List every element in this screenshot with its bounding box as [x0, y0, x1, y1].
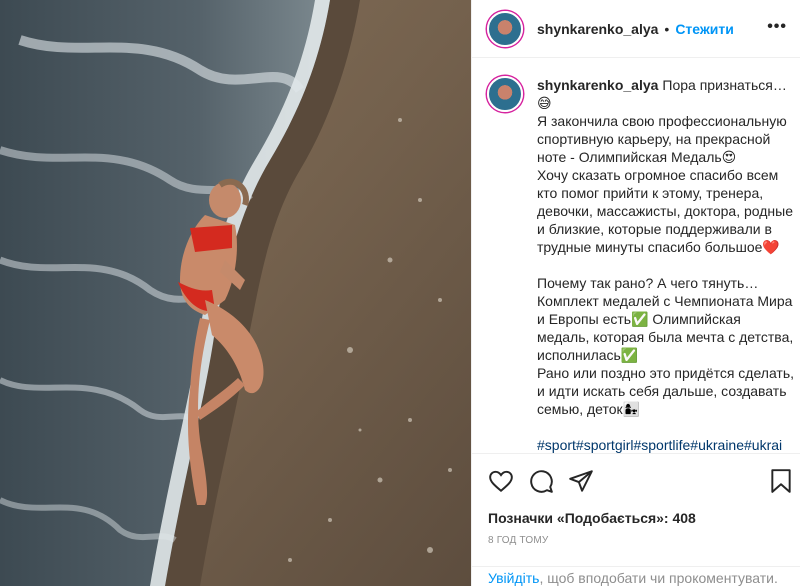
caption-row: shynkarenko_alya Пора признаться…😅 Я зако… [487, 76, 797, 453]
caption-text-block: shynkarenko_alya Пора признаться…😅 Я зако… [537, 76, 795, 453]
separator-dot: • [664, 20, 670, 37]
caption-text: Пора признаться…😅 Я закончила свою профе… [537, 77, 795, 417]
bookmark-icon[interactable] [768, 468, 794, 494]
likes-count[interactable]: Позначки «Подобається»: 408 [488, 510, 696, 526]
more-options-icon[interactable]: ••• [767, 19, 787, 35]
post-photo[interactable] [0, 0, 471, 586]
login-prompt-text: , щоб вподобати чи прокоментувати. [539, 570, 778, 586]
header-username[interactable]: shynkarenko_alya [537, 21, 658, 37]
caption-hashtags[interactable]: #sport#sportgirl#sportlife#ukraine#ukrai [537, 437, 782, 453]
comment-icon[interactable] [528, 468, 554, 494]
login-link[interactable]: Увійдіть [488, 570, 539, 586]
post-header: shynkarenko_alya • Стежити ••• [472, 0, 800, 58]
post-timestamp[interactable]: 8 ГОД ТОМУ [488, 535, 548, 546]
beach-photo-illustration [0, 0, 471, 586]
avatar[interactable] [487, 10, 523, 47]
action-bar [472, 454, 800, 506]
login-prompt: Увійдіть, щоб вподобати чи прокоментуват… [472, 566, 800, 586]
heart-icon[interactable] [488, 468, 514, 494]
caption-avatar[interactable] [487, 76, 523, 112]
caption-username[interactable]: shynkarenko_alya [537, 77, 658, 93]
follow-button[interactable]: Стежити [675, 21, 734, 37]
caption-area: shynkarenko_alya Пора признаться…😅 Я зако… [472, 58, 800, 454]
share-icon[interactable] [568, 468, 594, 494]
post-side-panel: shynkarenko_alya • Стежити ••• shynkaren… [471, 0, 800, 586]
